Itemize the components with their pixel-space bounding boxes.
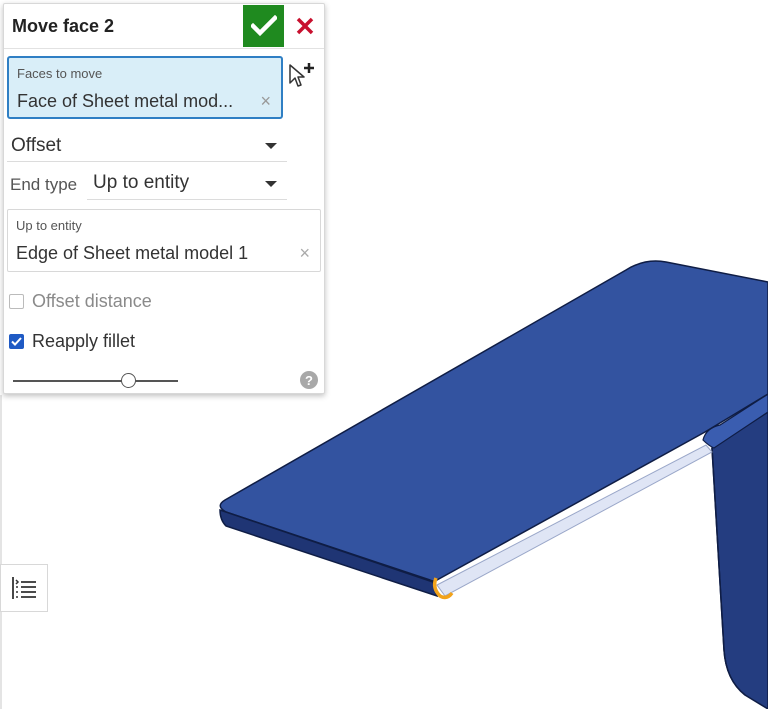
dialog-title: Move face 2 [12, 16, 115, 36]
up-to-entity-value: Edge of Sheet metal model 1 [16, 243, 249, 263]
reapply-fillet-row: Reapply fillet [9, 330, 135, 352]
move-type-value: Offset [11, 135, 62, 156]
dialog-header: Move face 2 [4, 4, 324, 49]
accept-button[interactable] [243, 5, 284, 47]
checkbox-check-icon [11, 336, 22, 346]
move-face-dialog: Move face 2 Faces to move Face of Sheet … [3, 3, 325, 394]
feature-list-button[interactable] [0, 564, 48, 612]
list-icon [12, 577, 36, 599]
help-icon[interactable]: ? [300, 371, 318, 389]
end-type-value: Up to entity [93, 172, 190, 193]
reapply-fillet-checkbox[interactable] [9, 333, 24, 349]
clear-entity-button[interactable]: × [299, 244, 310, 262]
up-to-entity-label: Up to entity [16, 218, 82, 233]
end-type-label: End type [10, 175, 78, 194]
chevron-down-icon [265, 143, 277, 149]
close-icon [296, 17, 314, 35]
faces-to-move-label: Faces to move [17, 66, 103, 81]
cursor-plus-icon[interactable] [287, 61, 317, 91]
offset-distance-checkbox[interactable] [9, 293, 24, 309]
clear-faces-button[interactable]: × [260, 92, 271, 110]
chevron-down-icon [265, 181, 277, 187]
slider-track[interactable] [13, 380, 178, 382]
slider-handle[interactable] [121, 373, 136, 388]
move-type-dropdown[interactable]: Offset [7, 131, 287, 162]
up-to-entity-field[interactable]: Up to entity Edge of Sheet metal model 1… [7, 209, 321, 272]
viewport-left-border [0, 395, 2, 709]
faces-to-move-field[interactable]: Faces to move Face of Sheet metal mod...… [7, 56, 283, 119]
cancel-button[interactable] [288, 5, 322, 47]
faces-to-move-value: Face of Sheet metal mod... [17, 91, 234, 111]
reapply-fillet-label: Reapply fillet [32, 330, 136, 351]
offset-distance-row: Offset distance [9, 290, 152, 312]
end-type-dropdown[interactable]: Up to entity [87, 169, 287, 200]
offset-distance-label: Offset distance [32, 290, 152, 311]
checkmark-icon [250, 15, 277, 37]
